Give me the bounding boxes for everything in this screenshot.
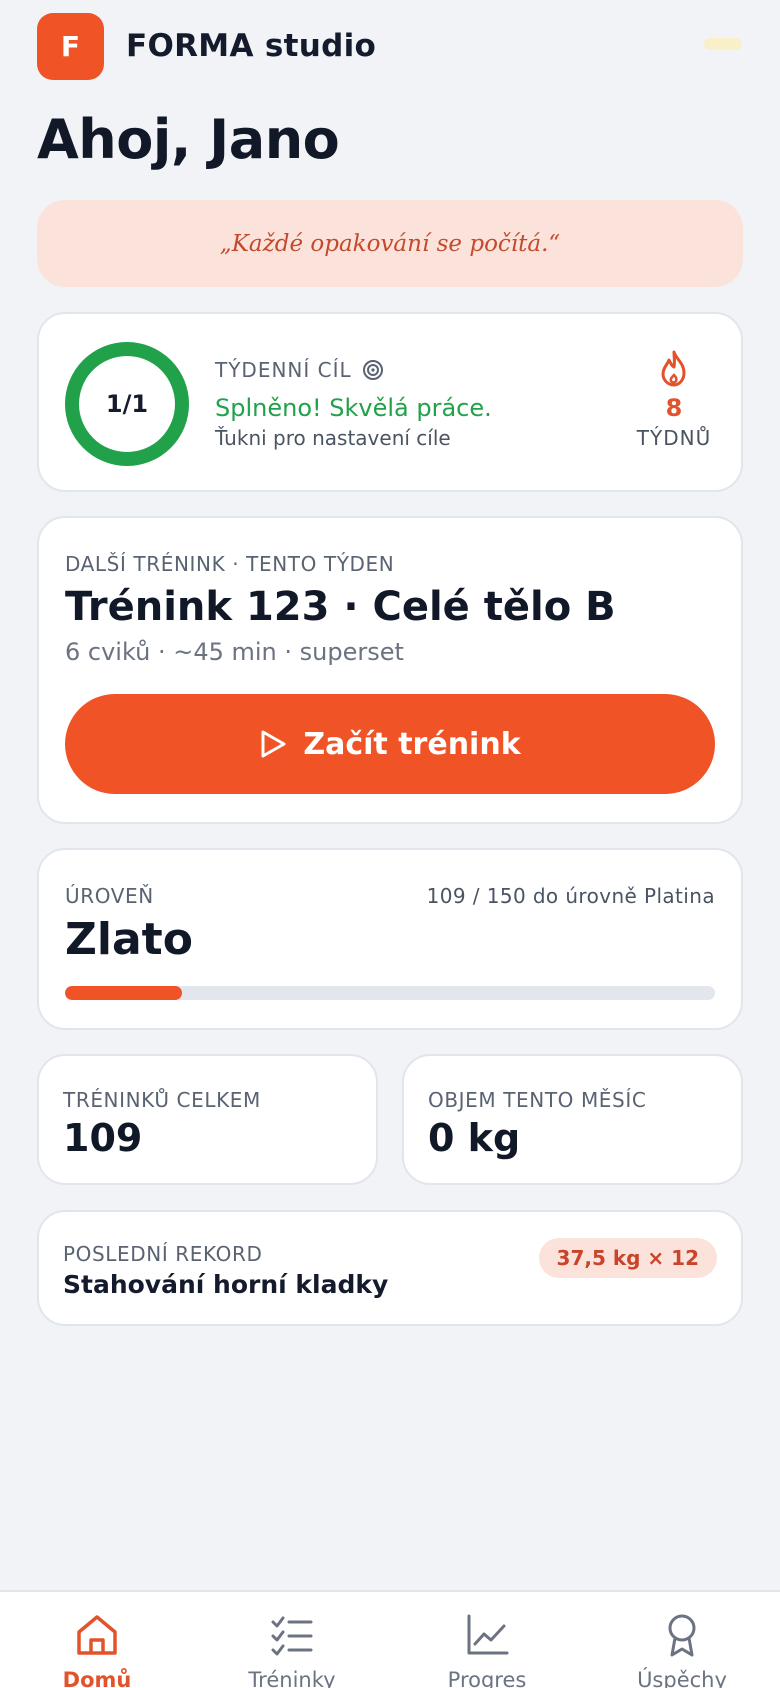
- nav-label-home: Domů: [62, 1668, 132, 1688]
- streak-value: 8: [665, 394, 683, 422]
- last-record-exercise: Stahování horní kladky: [63, 1270, 389, 1299]
- streak-unit: TÝDNŮ: [636, 426, 712, 450]
- level-progress-fill: [65, 986, 182, 1000]
- next-workout-meta: 6 cviků · ~45 min · superset: [65, 638, 404, 666]
- total-workouts-value: 109: [63, 1116, 143, 1160]
- start-workout-label: Začít trénink: [303, 726, 521, 762]
- next-workout-title: Trénink 123 · Celé tělo B: [65, 584, 616, 630]
- next-workout-label: DALŠÍ TRÉNINK · TENTO TÝDEN: [65, 552, 395, 576]
- level-progress-text: 109 / 150 do úrovně Platina: [426, 884, 715, 908]
- checklist-icon: [271, 1616, 313, 1656]
- monthly-volume-value: 0 kg: [428, 1116, 521, 1160]
- level-label: ÚROVEŇ: [65, 884, 154, 908]
- weekly-goal-label: TÝDENNÍ CÍL: [215, 358, 384, 382]
- logo-letter: F: [60, 29, 81, 63]
- brand-name: FORMA studio: [126, 28, 377, 64]
- total-workouts-card[interactable]: TRÉNINKŮ CELKEM 109: [37, 1054, 378, 1185]
- record-badge: 37,5 kg × 12: [538, 1238, 717, 1278]
- target-icon: [362, 360, 383, 380]
- monthly-volume-card[interactable]: OBJEM TENTO MĚSÍC 0 kg: [402, 1054, 743, 1185]
- weekly-goal-status: Splněno! Skvělá práce.: [215, 394, 492, 422]
- last-record-label: POSLEDNÍ REKORD: [63, 1242, 263, 1266]
- streak-counter: 8 TÝDNŮ: [631, 350, 717, 450]
- nav-label-achievements: Úspěchy: [637, 1668, 727, 1688]
- nav-label-workouts: Tréninky: [248, 1668, 336, 1688]
- home-icon: [77, 1615, 117, 1655]
- chart-icon: [467, 1614, 509, 1655]
- header-status-pill: [704, 38, 742, 50]
- award-icon: [668, 1614, 696, 1657]
- goal-progress-text: 1/1: [105, 390, 149, 418]
- last-record-card[interactable]: POSLEDNÍ REKORD Stahování horní kladky 3…: [37, 1210, 743, 1326]
- next-workout-card: DALŠÍ TRÉNINK · TENTO TÝDEN Trénink 123 …: [37, 516, 743, 824]
- play-icon: [261, 730, 286, 758]
- monthly-volume-label: OBJEM TENTO MĚSÍC: [428, 1088, 647, 1112]
- nav-item-workouts[interactable]: Tréninky: [212, 1592, 372, 1688]
- greeting-title: Ahoj, Jano: [37, 108, 340, 171]
- flame-icon: [661, 350, 686, 387]
- app-header: F FORMA studio: [37, 12, 376, 80]
- level-progress-bar: [65, 986, 715, 1000]
- bottom-navigation: Domů Tréninky Progres Úspěchy: [0, 1590, 780, 1688]
- level-card[interactable]: ÚROVEŇ 109 / 150 do úrovně Platina Zlato: [37, 848, 743, 1030]
- nav-item-home[interactable]: Domů: [17, 1592, 177, 1688]
- app-logo: F: [37, 12, 104, 80]
- nav-item-progress[interactable]: Progres: [407, 1592, 567, 1688]
- home-screen: F FORMA studio Ahoj, Jano „Každé opaková…: [0, 0, 780, 1688]
- level-name: Zlato: [65, 914, 193, 965]
- total-workouts-label: TRÉNINKŮ CELKEM: [63, 1088, 261, 1112]
- weekly-goal-card[interactable]: 1/1 TÝDENNÍ CÍL Splněno! Skvělá práce. Ť…: [37, 312, 743, 492]
- nav-label-progress: Progres: [447, 1668, 527, 1688]
- nav-item-achievements[interactable]: Úspěchy: [602, 1592, 762, 1688]
- weekly-goal-hint: Ťukni pro nastavení cíle: [215, 426, 451, 450]
- start-workout-button[interactable]: Začít trénink: [65, 694, 715, 794]
- motivation-quote: „Každé opakování se počítá.“: [37, 200, 743, 287]
- weekly-goal-label-text: TÝDENNÍ CÍL: [215, 358, 352, 382]
